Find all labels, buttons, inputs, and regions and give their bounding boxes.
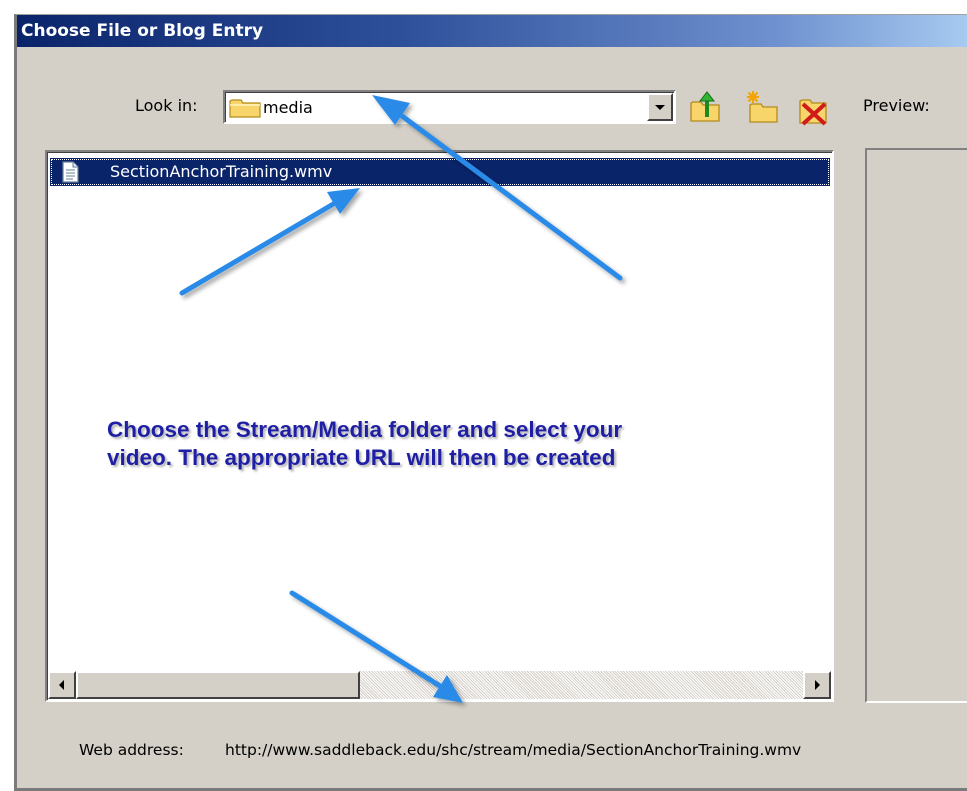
look-in-combobox[interactable]: media [223,90,676,124]
delete-icon [799,99,827,126]
new-folder-button[interactable] [744,89,780,125]
chevron-left-icon [59,680,64,690]
new-folder-icon [747,91,778,123]
scroll-right-button[interactable] [803,671,831,699]
choose-file-dialog: Choose File or Blog Entry Look in: media [14,14,967,791]
annotation-line: video. The appropriate URL will then be … [107,445,616,470]
web-address-label: Web address: [79,741,184,759]
up-one-level-icon [690,91,720,122]
annotation-text: Choose the Stream/Media folder and selec… [107,416,622,472]
chevron-down-icon [655,105,665,110]
folder-icon [229,99,261,118]
document-icon [62,161,79,183]
look-in-label: Look in: [135,96,198,115]
preview-pane [865,148,967,703]
chevron-right-icon [815,680,820,690]
list-item[interactable]: SectionAnchorTraining.wmv [50,158,830,186]
scrollbar-thumb[interactable] [76,671,360,699]
horizontal-scrollbar[interactable] [48,671,831,699]
scroll-left-button[interactable] [48,671,76,699]
file-name: SectionAnchorTraining.wmv [110,162,333,181]
delete-button[interactable] [796,91,832,127]
up-one-level-button[interactable] [689,89,725,125]
look-in-dropdown-button[interactable] [647,93,673,121]
look-in-value: media [263,98,313,117]
dialog-title: Choose File or Blog Entry [17,15,967,47]
web-address-value: http://www.saddleback.edu/shc/stream/med… [225,741,802,759]
preview-label: Preview: [863,96,930,115]
annotation-line: Choose the Stream/Media folder and selec… [107,417,623,442]
